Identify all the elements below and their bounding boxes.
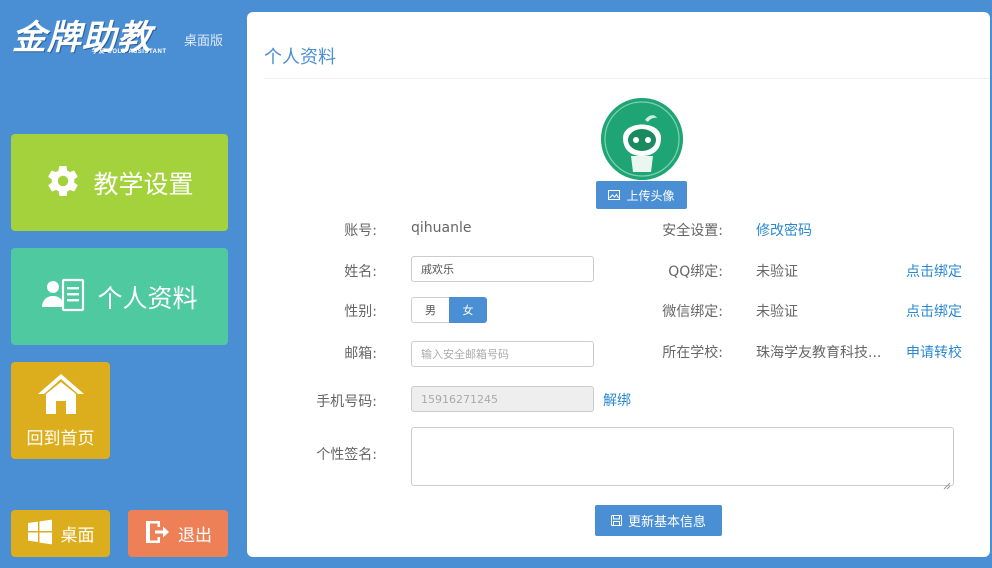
name-input[interactable]: 戚欢乐 [411, 256, 594, 282]
gender-toggle: 男 女 [411, 297, 487, 323]
signature-textarea[interactable] [411, 427, 954, 490]
teach-settings-label: 教学设置 [93, 169, 194, 199]
qq-label: QQ绑定: [668, 264, 723, 280]
save-icon [610, 515, 622, 526]
update-info-button[interactable]: 更新基本信息 [595, 505, 722, 536]
security-label: 安全设置: [662, 223, 723, 239]
exit-label: 退出 [178, 526, 212, 546]
update-info-label: 更新基本信息 [627, 515, 706, 530]
windows-icon [27, 519, 53, 549]
upload-avatar-button[interactable]: 上传头像 [596, 181, 687, 209]
home-tile[interactable]: 回到首页 [11, 362, 110, 459]
profile-label: 个人资料 [97, 283, 198, 313]
gender-label: 性别: [344, 304, 377, 320]
edition-label: 桌面版 [184, 34, 224, 49]
exit-icon [144, 519, 170, 549]
wechat-status: 未验证 [756, 304, 798, 320]
account-value: qihuanle [411, 220, 472, 236]
name-label: 姓名: [344, 264, 377, 280]
gear-icon [45, 163, 81, 203]
email-label: 邮箱: [344, 346, 377, 362]
gender-female-option[interactable]: 女 [449, 297, 487, 323]
app-logo: 金牌助教 学友 GOLD ASSISTANT 桌面版 [10, 8, 240, 58]
signature-label: 个性签名: [316, 447, 377, 463]
home-icon [36, 372, 86, 420]
profile-tile[interactable]: 个人资料 [11, 248, 228, 345]
logo-subtitle: 学友 GOLD ASSISTANT [92, 49, 167, 55]
desktop-tile[interactable]: 桌面 [11, 510, 110, 557]
upload-avatar-label: 上传头像 [626, 188, 675, 203]
wechat-bind-link[interactable]: 点击绑定 [906, 301, 962, 321]
email-input[interactable]: 输入安全邮箱号码 [411, 341, 594, 367]
phone-input: 15916271245 [411, 386, 594, 412]
title-divider [264, 78, 990, 79]
avatar [601, 98, 683, 180]
transfer-school-link[interactable]: 申请转校 [906, 342, 962, 362]
school-label: 所在学校: [662, 345, 723, 361]
phone-label: 手机号码: [316, 394, 377, 410]
resize-grip-icon[interactable] [943, 475, 951, 490]
profile-card-icon [41, 277, 85, 317]
unbind-link[interactable]: 解绑 [603, 390, 631, 410]
home-label: 回到首页 [26, 429, 95, 449]
image-icon [608, 190, 621, 200]
account-label: 账号: [344, 223, 377, 239]
gender-male-option[interactable]: 男 [411, 297, 449, 323]
wechat-label: 微信绑定: [662, 304, 723, 320]
school-value: 珠海学友教育科技... [756, 345, 882, 361]
qq-status: 未验证 [756, 264, 798, 280]
profile-panel: 个人资料 上传头像 账号: qihuanle 姓名: 戚欢乐 性别: 男 女 邮… [247, 12, 990, 557]
qq-bind-link[interactable]: 点击绑定 [906, 261, 962, 281]
change-password-link[interactable]: 修改密码 [756, 220, 812, 240]
desktop-label: 桌面 [60, 526, 95, 546]
teach-settings-tile[interactable]: 教学设置 [11, 134, 228, 231]
page-title: 个人资料 [264, 47, 336, 68]
exit-tile[interactable]: 退出 [128, 510, 228, 557]
